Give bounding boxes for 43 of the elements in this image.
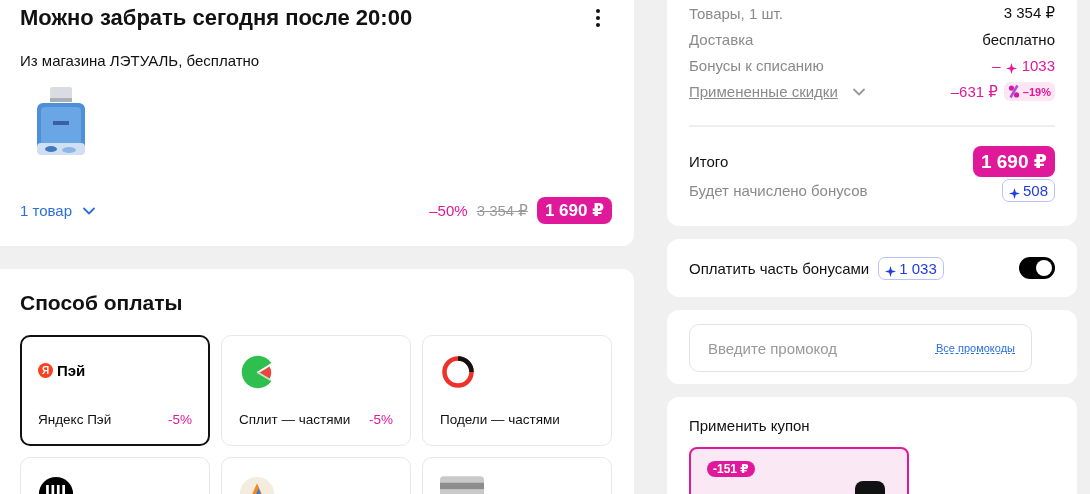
all-promos-link[interactable]: Все промокоды <box>935 342 1015 354</box>
summary-label: Товары, 1 шт. <box>689 4 783 22</box>
star-icon <box>1005 60 1017 71</box>
coupon[interactable]: -151 ₽ <box>689 447 909 494</box>
store-info: Из магазина ЛЭТУАЛЬ, бесплатно <box>20 52 261 69</box>
pay-logo: Я Пэй <box>38 362 86 379</box>
promo-field[interactable]: Введите промокод Все промокоды <box>689 324 1032 372</box>
payment-option[interactable]: Сплит — частями -5% <box>221 335 411 446</box>
coupon-badge: -151 ₽ <box>707 461 755 477</box>
summary-value: –631 ₽ <box>950 82 998 101</box>
bonus-chip: 508 <box>1001 179 1055 203</box>
discounts-toggle[interactable]: Примененные скидки <box>689 83 866 101</box>
summary-label: Бонусы к списанию <box>689 57 824 74</box>
percent-icon <box>1007 84 1020 100</box>
payment-option[interactable]: Я Пэй Яндекс Пэй -5% <box>20 335 210 446</box>
ring-icon <box>440 354 476 390</box>
method-name: Сплит — частями <box>239 412 351 427</box>
total-price: 1 690 ₽ <box>972 145 1055 177</box>
summary-label: Будет начислено бонусов <box>689 182 868 200</box>
total-label: Итого <box>689 152 729 170</box>
discount-badge: –19% <box>1003 82 1055 102</box>
summary-value: бесплатно <box>982 30 1055 48</box>
star-icon <box>1008 185 1020 197</box>
summary-label: Доставка <box>689 30 754 48</box>
method-discount: -5% <box>369 412 393 427</box>
old-price: 3 354 ₽ <box>476 201 528 220</box>
section-title: Способ оплаты <box>20 291 184 315</box>
bonus-label: Оплатить часть бонусами <box>689 259 870 277</box>
method-name: Яндекс Пэй <box>38 412 112 427</box>
price-badge: 1 690 ₽ <box>536 197 612 224</box>
more-icon[interactable] <box>596 9 600 27</box>
summary-value: 3 354 ₽ <box>1003 4 1055 23</box>
bonus-value: – 1033 <box>992 57 1055 74</box>
coupon-pill <box>855 481 885 494</box>
pickup-title: Можно забрать сегодня после 20:00 <box>20 4 413 32</box>
discount-percent: –50% <box>429 202 468 219</box>
section-title: Применить купон <box>689 417 811 434</box>
method-discount: -5% <box>168 412 192 427</box>
payment-option[interactable]: Подели — частями <box>422 335 612 446</box>
items-toggle[interactable]: 1 товар <box>20 202 97 219</box>
toggle-switch[interactable] <box>1019 257 1055 279</box>
method-name: Подели — частями <box>440 412 560 427</box>
bonus-chip: 1 033 <box>878 256 944 280</box>
